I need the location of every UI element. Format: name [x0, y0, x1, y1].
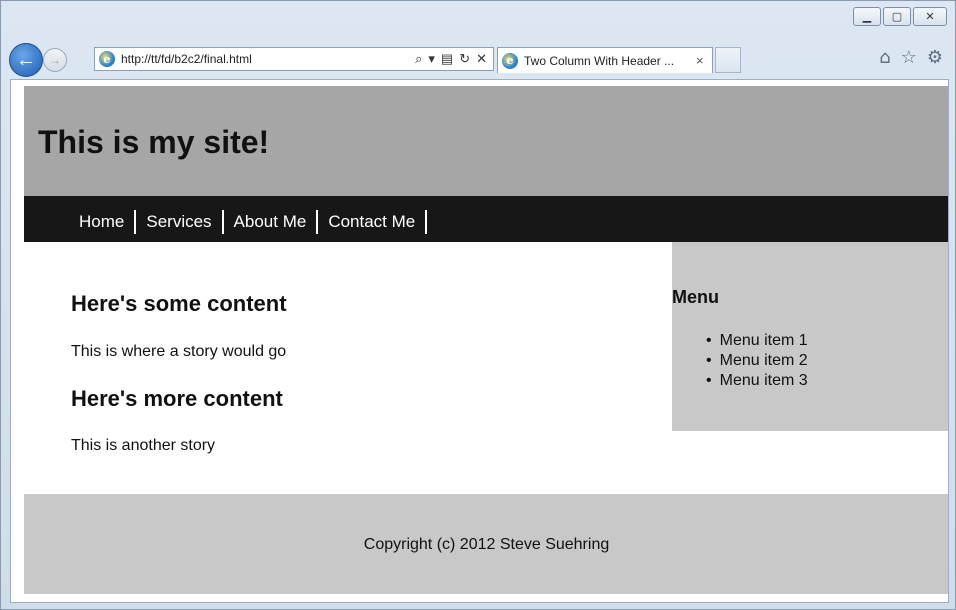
browser-window: ▁ ▢ ✕ ← → e http://tt/fd/b2c2/final.html…	[0, 0, 956, 610]
ie-icon: e	[99, 51, 115, 67]
settings-gear-icon[interactable]: ⚙	[927, 47, 943, 68]
compatibility-icon[interactable]: ▤	[441, 51, 453, 67]
content-paragraph-2: This is another story	[71, 437, 216, 454]
maximize-button[interactable]: ▢	[883, 7, 911, 26]
new-tab-button[interactable]	[715, 47, 741, 73]
sidebar-item-1[interactable]: Menu item 1	[706, 331, 808, 351]
tab-close-icon[interactable]: ×	[696, 53, 712, 68]
back-icon[interactable]: ←	[9, 43, 43, 77]
minimize-button[interactable]: ▁	[853, 7, 881, 26]
sidebar-item-2[interactable]: Menu item 2	[706, 351, 808, 371]
content-paragraph-1: This is where a story would go	[71, 343, 287, 360]
favorites-icon[interactable]: ☆	[901, 47, 917, 68]
content-heading-2: Here's more content	[71, 386, 283, 411]
sidebar-title: Menu	[672, 287, 719, 307]
refresh-icon[interactable]: ↻	[459, 51, 470, 67]
window-controls: ▁ ▢ ✕	[853, 7, 947, 26]
site-header: This is my site!	[24, 86, 948, 196]
nav-item-about-me[interactable]: About Me	[224, 210, 319, 234]
nav-item-contact-me[interactable]: Contact Me	[318, 210, 428, 234]
nav-item-home[interactable]: Home	[69, 210, 137, 234]
address-bar[interactable]: e http://tt/fd/b2c2/final.html ⌕ ▾ ▤ ↻ ✕	[94, 47, 494, 71]
address-tools: ⌕ ▾ ▤ ↻ ✕	[415, 51, 493, 67]
browser-tab[interactable]: e Two Column With Header ... ×	[497, 47, 713, 73]
sidebar-menu: Menu Menu item 1 Menu item 2 Menu item 3	[672, 242, 948, 431]
main-content: Here's some content This is where a stor…	[24, 242, 672, 494]
site-nav: Home Services About Me Contact Me	[24, 196, 948, 242]
forward-icon[interactable]: →	[43, 48, 67, 72]
site-footer: Copyright (c) 2012 Steve Suehring	[24, 494, 948, 594]
close-button[interactable]: ✕	[913, 7, 947, 26]
footer-copyright: Copyright (c) 2012 Steve Suehring	[363, 536, 610, 553]
nav-item-services[interactable]: Services	[136, 210, 224, 234]
sidebar-item-3[interactable]: Menu item 3	[706, 371, 808, 391]
tab-ie-icon: e	[502, 52, 518, 69]
tab-title: Two Column With Header ...	[524, 53, 675, 68]
browser-right-icons: ⌂ ☆ ⚙	[879, 47, 943, 68]
search-icon[interactable]: ⌕	[415, 51, 422, 67]
home-icon[interactable]: ⌂	[879, 47, 890, 68]
stop-icon[interactable]: ✕	[476, 51, 487, 67]
address-url[interactable]: http://tt/fd/b2c2/final.html	[121, 52, 415, 66]
site-title: This is my site!	[38, 124, 270, 160]
browser-toolbar: ← → e http://tt/fd/b2c2/final.html ⌕ ▾ ▤…	[9, 43, 949, 77]
page-viewport: This is my site! Home Services About Me …	[10, 79, 949, 603]
content-heading-1: Here's some content	[71, 291, 287, 316]
dropdown-icon[interactable]: ▾	[428, 51, 435, 67]
